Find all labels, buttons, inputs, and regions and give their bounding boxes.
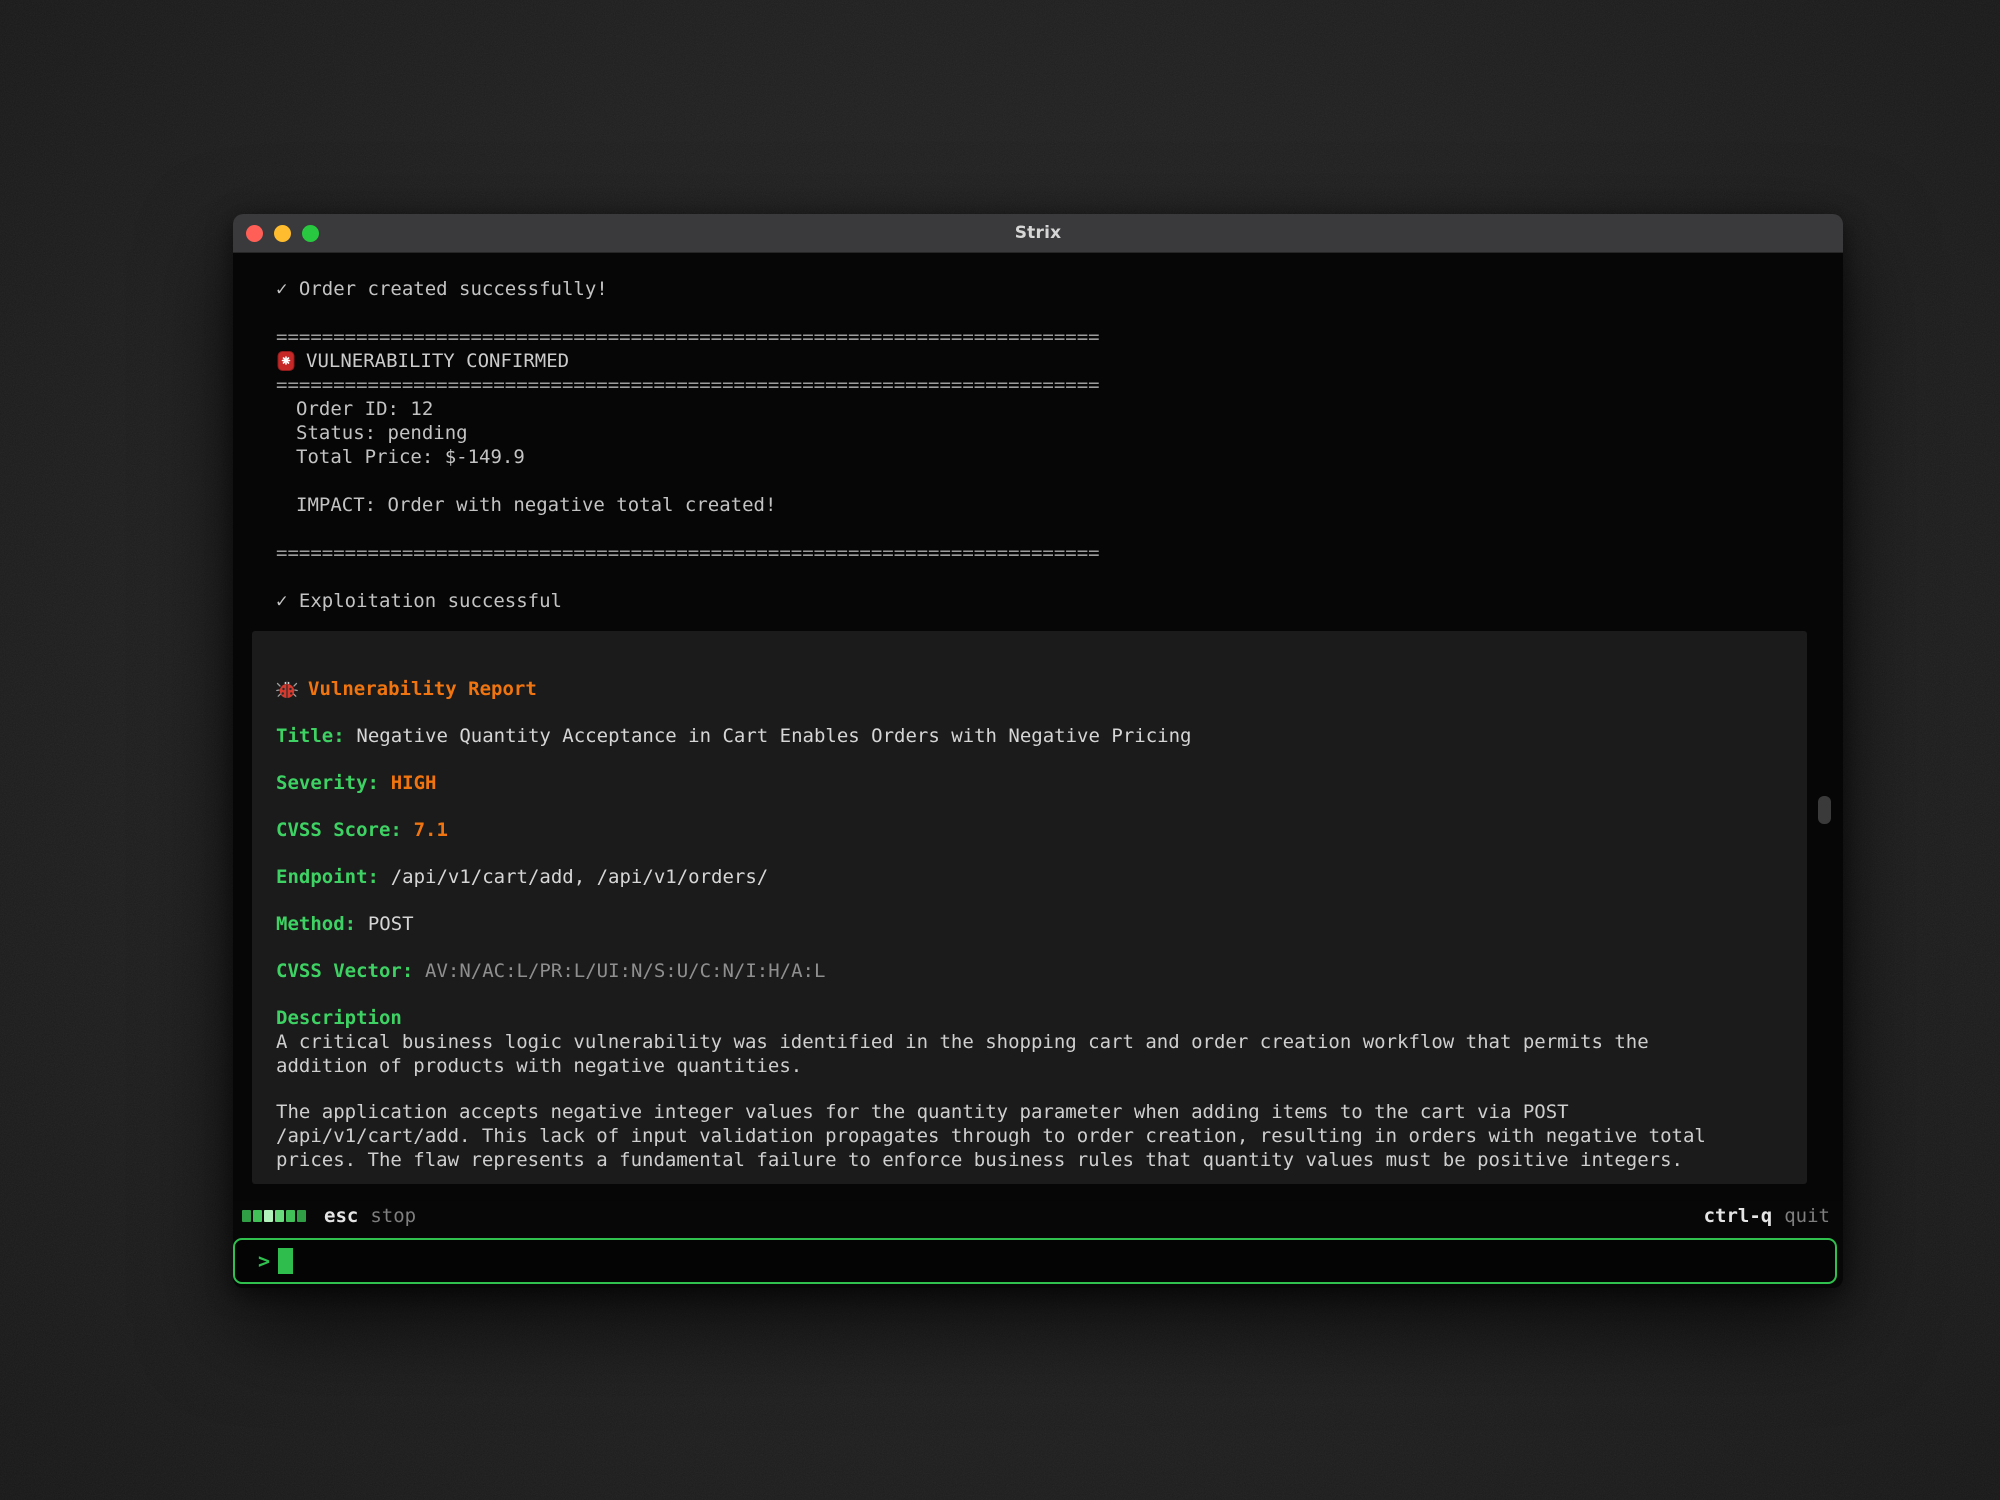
- vulnerability-confirmed-heading: VULNERABILITY CONFIRMED: [276, 349, 1843, 373]
- impact-line: IMPACT: Order with negative total create…: [276, 493, 1843, 517]
- vulnerability-report-panel: Vulnerability Report Title: Negative Quan…: [252, 631, 1807, 1184]
- description-line: The application accepts negative integer…: [276, 1100, 1779, 1124]
- divider-line: ========================================…: [276, 541, 1843, 565]
- status-bar: esc stop ctrl-q quit: [233, 1201, 1843, 1231]
- esc-key-hint: esc: [324, 1205, 358, 1227]
- description-line: prices. The flaw represents a fundamenta…: [276, 1148, 1779, 1172]
- scrollbar-thumb[interactable]: [1818, 796, 1831, 824]
- field-label: CVSS Score:: [276, 819, 402, 841]
- spinner-block: [286, 1210, 295, 1222]
- order-id-line: Order ID: 12: [276, 397, 1843, 421]
- window-title: Strix: [233, 223, 1843, 243]
- activity-spinner: [242, 1210, 306, 1222]
- severity-badge: HIGH: [391, 772, 437, 794]
- window-titlebar[interactable]: Strix: [233, 214, 1843, 253]
- cvss-vector-value: AV:N/AC:L/PR:L/UI:N/S:U/C:N/I:H/A:L: [425, 960, 825, 982]
- report-heading-row: Vulnerability Report: [276, 677, 1779, 701]
- exploitation-success-line: ✓ Exploitation successful: [276, 589, 1843, 613]
- esc-action-label: stop: [370, 1205, 416, 1227]
- description-line: /api/v1/cart/add. This lack of input val…: [276, 1124, 1779, 1148]
- text-cursor: [278, 1248, 293, 1274]
- spinner-block: [275, 1210, 284, 1222]
- description-heading: Description: [276, 1006, 1779, 1030]
- ladybug-icon: [276, 678, 298, 700]
- field-label: CVSS Vector:: [276, 960, 413, 982]
- spinner-block: [253, 1210, 262, 1222]
- report-field-endpoint: Endpoint: /api/v1/cart/add, /api/v1/order…: [276, 865, 1779, 889]
- terminal-output: ✓ Order created successfully! ==========…: [233, 253, 1843, 1201]
- field-value: /api/v1/cart/add, /api/v1/orders/: [391, 866, 769, 888]
- report-field-method: Method: POST: [276, 912, 1779, 936]
- field-label: Method:: [276, 913, 356, 935]
- divider-line: ========================================…: [276, 325, 1843, 349]
- report-field-cvss-vector: CVSS Vector: AV:N/AC:L/PR:L/UI:N/S:U/C:N/…: [276, 959, 1779, 983]
- field-value: POST: [368, 913, 414, 935]
- report-field-cvss-score: CVSS Score: 7.1: [276, 818, 1779, 842]
- description-line: A critical business logic vulnerability …: [276, 1030, 1779, 1054]
- report-heading: Vulnerability Report: [308, 677, 537, 701]
- field-label: Severity:: [276, 772, 379, 794]
- report-field-severity: Severity: HIGH: [276, 771, 1779, 795]
- prompt-symbol: >: [258, 1238, 270, 1284]
- spinner-block: [297, 1210, 306, 1222]
- order-success-line: ✓ Order created successfully!: [276, 277, 1843, 301]
- vulnerability-confirmed-label: VULNERABILITY CONFIRMED: [306, 349, 569, 373]
- spinner-block: [242, 1210, 251, 1222]
- cvss-score-value: 7.1: [414, 819, 448, 841]
- divider-line: ========================================…: [276, 373, 1843, 397]
- siren-icon: [276, 350, 296, 372]
- field-label: Endpoint:: [276, 866, 379, 888]
- description-line: addition of products with negative quant…: [276, 1054, 1779, 1078]
- order-status-line: Status: pending: [276, 421, 1843, 445]
- order-total-line: Total Price: $-149.9: [276, 445, 1843, 469]
- quit-action-label: quit: [1784, 1205, 1830, 1227]
- quit-key-hint: ctrl-q: [1704, 1205, 1773, 1227]
- command-input[interactable]: >: [233, 1238, 1837, 1284]
- field-label: Title:: [276, 725, 345, 747]
- spinner-block: [264, 1210, 273, 1222]
- strix-terminal-window: Strix ✓ Order created successfully! ====…: [233, 214, 1843, 1288]
- report-field-title: Title: Negative Quantity Acceptance in Ca…: [276, 724, 1779, 748]
- field-value: Negative Quantity Acceptance in Cart Ena…: [356, 725, 1191, 747]
